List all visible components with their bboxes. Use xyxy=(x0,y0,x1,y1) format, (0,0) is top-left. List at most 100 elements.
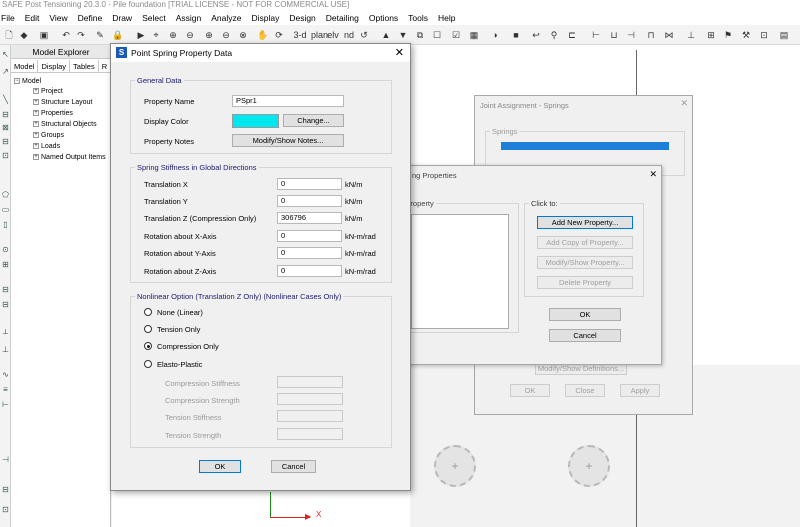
save-icon[interactable]: ▣ xyxy=(38,28,50,42)
menu-select[interactable]: Select xyxy=(141,13,175,23)
delete-property-button[interactable]: Delete Property xyxy=(537,276,633,289)
zoom-fit-icon[interactable]: ⊗ xyxy=(237,28,249,42)
modify-show-notes-button[interactable]: Modify/Show Notes... xyxy=(232,134,344,147)
cancel-button[interactable]: Cancel xyxy=(271,460,316,473)
zoom-previous-icon[interactable]: ⊖ xyxy=(220,28,232,42)
pile-marker[interactable]: + xyxy=(568,445,610,487)
show-beam-icon[interactable]: ⊔ xyxy=(608,28,620,42)
reshape-icon[interactable]: ↗ xyxy=(1,67,10,76)
menu-display[interactable]: Display xyxy=(250,13,288,23)
undo-icon[interactable]: ↶ xyxy=(60,28,72,42)
show-wall-icon[interactable]: ⋈ xyxy=(663,28,675,42)
ok-button[interactable]: OK xyxy=(549,308,621,321)
show-tendon-icon[interactable]: ⊣ xyxy=(625,28,637,42)
show-design-icon[interactable]: ⚒ xyxy=(740,28,752,42)
object-color-icon[interactable]: ◑ xyxy=(488,28,502,42)
draw-strip-icon[interactable]: ⊟ xyxy=(1,300,10,309)
redo-icon[interactable]: ↷ xyxy=(75,28,87,42)
close-icon[interactable]: ✕ xyxy=(395,46,404,59)
display-color-swatch[interactable] xyxy=(232,114,279,128)
pile-marker[interactable]: + xyxy=(434,445,476,487)
draw-cut-icon[interactable]: ⊡ xyxy=(1,505,10,514)
show-column-icon[interactable]: ⊓ xyxy=(645,28,657,42)
draw-support-icon[interactable]: ⊞ xyxy=(1,260,10,269)
show-loads-icon[interactable]: ⚑ xyxy=(722,28,734,42)
draw-point-icon[interactable]: ⊙ xyxy=(1,245,10,254)
move-down-icon[interactable]: ▼ xyxy=(397,28,409,42)
view-3d-button[interactable]: 3-d xyxy=(292,28,308,42)
lock-icon[interactable]: 🔒 xyxy=(112,28,124,42)
check-icon[interactable]: ☑ xyxy=(450,28,462,42)
tension-stiffness-field[interactable] xyxy=(277,410,343,422)
view-plan-button[interactable]: plаn xyxy=(311,28,328,42)
change-color-button[interactable]: Change... xyxy=(283,114,344,127)
tree-item-groups[interactable]: + Groups xyxy=(33,132,64,140)
tree-item-named-output[interactable]: + Named Output Items xyxy=(33,154,106,162)
select-pointer-icon[interactable]: ↖ xyxy=(1,50,10,59)
menu-options[interactable]: Options xyxy=(368,13,407,23)
tab-model[interactable]: Model xyxy=(11,60,39,72)
menu-draw[interactable]: Draw xyxy=(111,13,141,23)
run-icon[interactable]: ▶ xyxy=(135,28,147,42)
radio-none-linear[interactable] xyxy=(144,308,152,316)
display-options-icon[interactable]: ☐ xyxy=(431,28,443,42)
draw-line-icon[interactable]: ╲ xyxy=(1,95,10,104)
rotate-icon[interactable]: ↺ xyxy=(358,28,370,42)
pointer-icon[interactable]: ⌖ xyxy=(150,28,162,42)
show-forces-icon[interactable]: ⚲ xyxy=(548,28,560,42)
ok-button[interactable]: OK xyxy=(199,460,241,473)
show-deformed-icon[interactable]: ↩ xyxy=(530,28,542,42)
draw-rebar-icon[interactable]: ⟂ xyxy=(1,327,10,336)
property-list[interactable] xyxy=(411,214,509,329)
draw-tendon-icon[interactable]: ⊟ xyxy=(1,285,10,294)
close-icon[interactable]: ✕ xyxy=(680,98,688,109)
tree-item-structural-objects[interactable]: + Structural Objects xyxy=(33,121,97,129)
compression-stiffness-field[interactable] xyxy=(277,376,343,388)
rotation-y-field[interactable]: 0 xyxy=(277,247,342,259)
menu-view[interactable]: View xyxy=(48,13,76,23)
add-new-property-button[interactable]: Add New Property... xyxy=(537,216,633,229)
translation-y-field[interactable]: 0 xyxy=(277,195,342,207)
tree-item-project[interactable]: + Project xyxy=(33,88,63,96)
menu-define[interactable]: Define xyxy=(77,13,112,23)
tree-root[interactable]: − Model xyxy=(14,78,41,86)
draw-section-icon[interactable]: ⊟ xyxy=(1,485,10,494)
draw-snap-icon[interactable]: ⊢ xyxy=(1,400,10,409)
refresh-icon[interactable]: ⟳ xyxy=(273,28,285,42)
move-up-icon[interactable]: ▲ xyxy=(380,28,392,42)
menu-tools[interactable]: Tools xyxy=(407,13,437,23)
draw-wall-icon[interactable]: ⊟ xyxy=(1,137,10,146)
stop-icon[interactable]: ■ xyxy=(510,28,522,42)
draw-axis-icon[interactable]: ⊣ xyxy=(1,455,10,464)
draw-column-icon[interactable]: ⊡ xyxy=(1,151,10,160)
rotation-z-field[interactable]: 0 xyxy=(277,265,342,277)
menu-analyze[interactable]: Analyze xyxy=(210,13,250,23)
pan-icon[interactable]: ✋ xyxy=(257,28,269,42)
draw-slab-icon[interactable]: ⊠ xyxy=(1,123,10,132)
zoom-in-icon[interactable]: ⊕ xyxy=(203,28,215,42)
close-button[interactable]: Close xyxy=(565,384,605,397)
draw-opening-icon[interactable]: ▯ xyxy=(1,220,10,229)
rotation-x-field[interactable]: 0 xyxy=(277,230,342,242)
show-reactions-icon[interactable]: ⊞ xyxy=(705,28,717,42)
draw-wave-icon[interactable]: ∿ xyxy=(1,370,10,379)
tree-item-loads[interactable]: + Loads xyxy=(33,143,60,151)
property-name-field[interactable]: PSpr1 xyxy=(232,95,344,107)
show-tables-icon[interactable]: ▤ xyxy=(778,28,790,42)
tab-tables[interactable]: Tables xyxy=(70,60,99,72)
draw-area-icon[interactable]: ⬠ xyxy=(1,190,10,199)
menu-design[interactable]: Design xyxy=(288,13,324,23)
draw-beam-icon[interactable]: ⊟ xyxy=(1,110,10,119)
menu-assign[interactable]: Assign xyxy=(175,13,211,23)
translation-x-field[interactable]: 0 xyxy=(277,178,342,190)
translation-z-field[interactable]: 306796 xyxy=(277,212,342,224)
modify-show-property-button[interactable]: Modify/Show Property... xyxy=(537,256,633,269)
cancel-button[interactable]: Cancel xyxy=(549,329,621,342)
compression-strength-field[interactable] xyxy=(277,393,343,405)
draw-level-icon[interactable]: ≡ xyxy=(1,385,10,394)
tab-display[interactable]: Display xyxy=(38,60,71,72)
close-icon[interactable]: ✕ xyxy=(649,169,657,180)
menu-detailing[interactable]: Detailing xyxy=(325,13,368,23)
new-file-icon[interactable]: 🗋 xyxy=(3,28,15,42)
zoom-out-icon[interactable]: ⊖ xyxy=(184,28,196,42)
